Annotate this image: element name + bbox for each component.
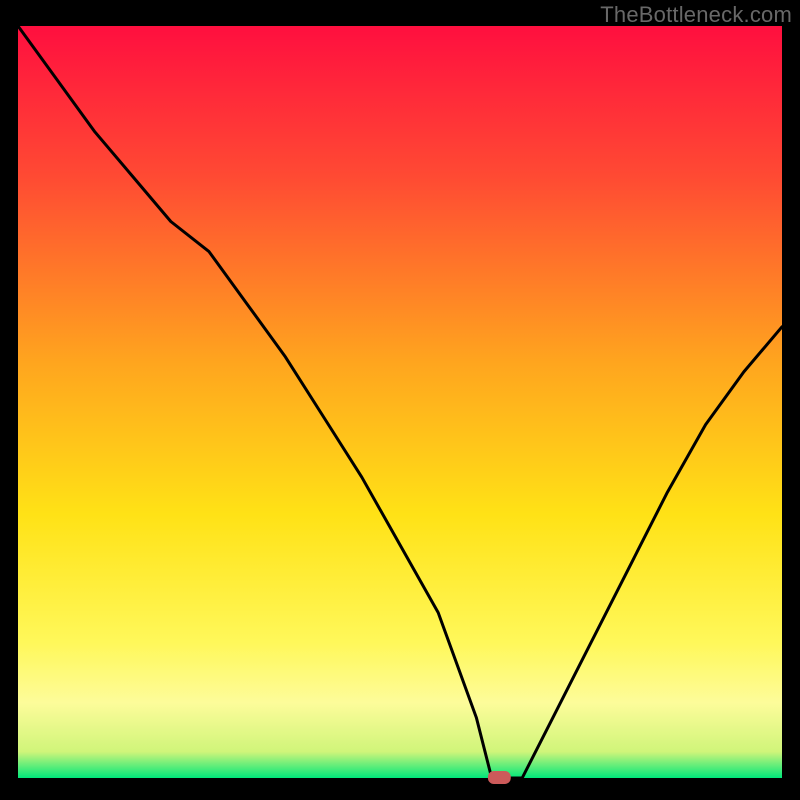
optimal-point-marker	[488, 771, 511, 784]
watermark-text: TheBottleneck.com	[600, 2, 792, 28]
bottleneck-chart	[0, 0, 800, 800]
chart-container: TheBottleneck.com	[0, 0, 800, 800]
plot-area	[18, 26, 782, 778]
